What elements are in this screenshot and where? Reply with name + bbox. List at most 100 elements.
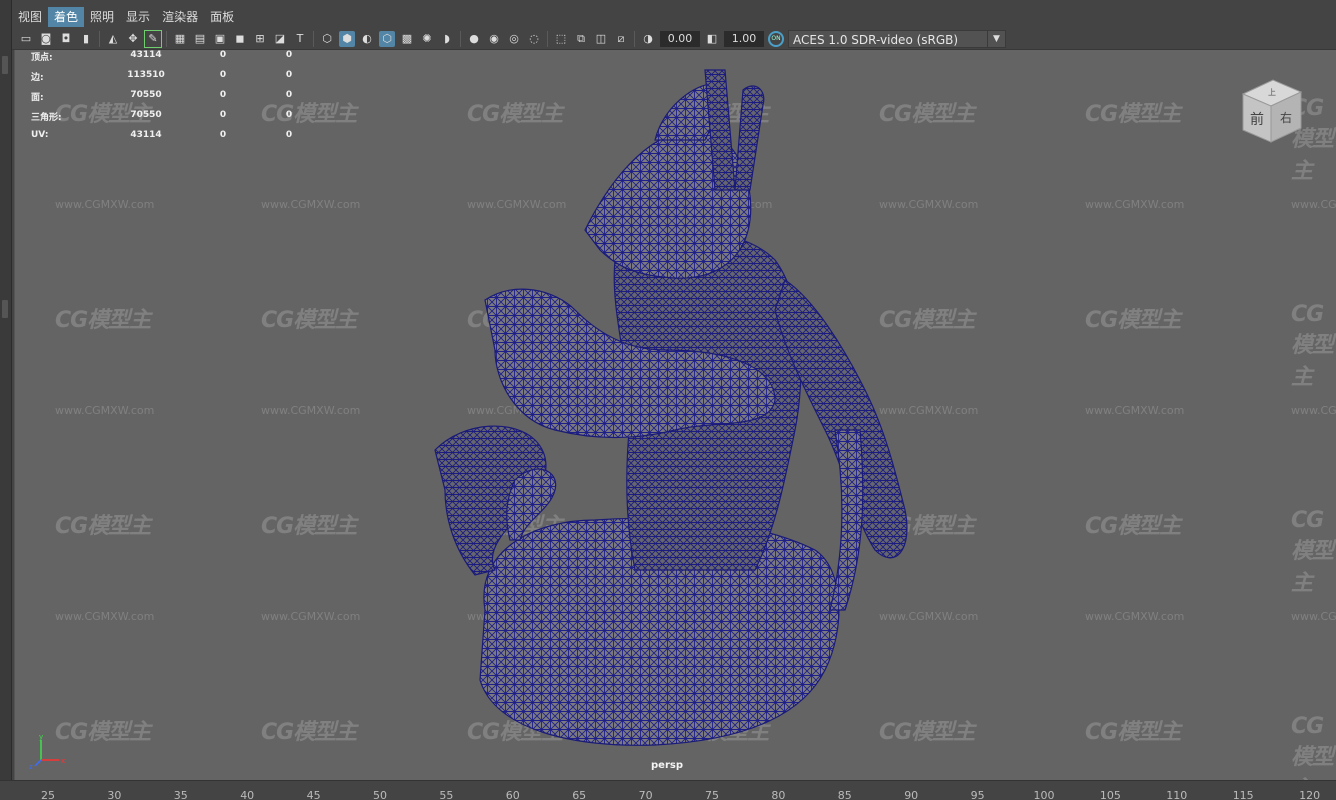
hud-label: 面: bbox=[31, 93, 44, 103]
camera-select-icon[interactable]: ▭ bbox=[18, 31, 34, 47]
panel-menu-bar: 视图 着色 照明 显示 渲染器 面板 bbox=[12, 6, 1336, 28]
hud-value: 43114 bbox=[130, 50, 162, 60]
xray-icon[interactable]: ▩ bbox=[399, 31, 415, 47]
timeline-tick-label: 60 bbox=[505, 789, 520, 800]
hud-row-faces: 面: 70550 0 0 bbox=[31, 90, 311, 110]
hud-value: 0 bbox=[219, 110, 227, 120]
film-gate-icon[interactable]: ▤ bbox=[192, 31, 208, 47]
hud-value: 0 bbox=[285, 130, 293, 140]
timeline-tick-label: 120 bbox=[1299, 789, 1321, 800]
time-slider[interactable]: 25 30 35 40 45 50 55 60 65 70 75 80 85 90 95 100 105 110 1… bbox=[0, 780, 1336, 800]
camera-lock-icon[interactable]: ◙ bbox=[38, 31, 54, 47]
wireframe-on-shaded-icon[interactable]: ⬡ bbox=[379, 30, 395, 47]
color-management-select[interactable]: ACES 1.0 SDR-video (sRGB) ▼ bbox=[788, 29, 1006, 48]
hud-value: 0 bbox=[219, 130, 227, 140]
view-cube-front[interactable]: 前 bbox=[1250, 111, 1264, 128]
hud-value: 113510 bbox=[127, 70, 165, 80]
bookmark-icon[interactable]: ▮ bbox=[78, 31, 94, 47]
timeline-tick-label: 35 bbox=[173, 789, 188, 800]
timeline-tick-label: 80 bbox=[771, 789, 786, 800]
view-cube[interactable]: 上 前 右 bbox=[1239, 74, 1303, 144]
hud-value: 0 bbox=[285, 110, 293, 120]
axis-gizmo: y x z bbox=[29, 734, 65, 770]
timeline-tick-label: 115 bbox=[1232, 789, 1254, 800]
timeline-tick-label: 70 bbox=[638, 789, 653, 800]
exposure-icon[interactable]: ◑ bbox=[640, 31, 656, 47]
hud-value: 70550 bbox=[130, 110, 162, 120]
hud-label: 边: bbox=[31, 73, 44, 83]
isolate-select-icon[interactable]: ⬚ bbox=[553, 31, 569, 47]
grid-icon[interactable]: ▦ bbox=[172, 31, 188, 47]
timeline-tick-label: 65 bbox=[572, 789, 587, 800]
toolbar-separator bbox=[634, 30, 635, 47]
gamma-field[interactable]: 1.00 bbox=[724, 30, 764, 47]
resolution-gate-icon[interactable]: ▣ bbox=[212, 31, 228, 47]
menu-view[interactable]: 视图 bbox=[12, 7, 48, 27]
timeline-tick-label: 55 bbox=[439, 789, 454, 800]
gate-mask-icon[interactable]: ◼ bbox=[232, 31, 248, 47]
timeline-tick-label: 45 bbox=[306, 789, 321, 800]
safe-title-icon[interactable]: T bbox=[292, 31, 308, 47]
hud-label: 顶点: bbox=[31, 53, 53, 63]
hud-value: 43114 bbox=[130, 130, 162, 140]
camera-name-label: persp bbox=[651, 760, 683, 771]
timeline-tick-label: 110 bbox=[1166, 789, 1188, 800]
toolbar-separator bbox=[460, 30, 461, 47]
hud-label: UV: bbox=[31, 130, 49, 140]
toolbar-separator bbox=[547, 30, 548, 47]
2d-pan-zoom-icon[interactable]: ✥ bbox=[125, 31, 141, 47]
timeline-tick-label: 90 bbox=[904, 789, 919, 800]
menu-panels[interactable]: 面板 bbox=[204, 7, 240, 27]
model-staff-2 bbox=[734, 85, 765, 191]
menu-show[interactable]: 显示 bbox=[120, 7, 156, 27]
view-cube-right[interactable]: 右 bbox=[1280, 110, 1292, 125]
menu-lighting[interactable]: 照明 bbox=[84, 7, 120, 27]
safe-action-icon[interactable]: ◪ bbox=[272, 31, 288, 47]
use-all-lights-icon[interactable]: ✺ bbox=[419, 31, 435, 47]
axis-x-label: x bbox=[61, 757, 65, 765]
view-cube-top[interactable]: 上 bbox=[1268, 88, 1276, 97]
field-chart-icon[interactable]: ⊞ bbox=[252, 31, 268, 47]
chevron-down-icon[interactable]: ▼ bbox=[987, 30, 1005, 47]
axis-z-label: z bbox=[29, 763, 33, 770]
timeline-tick-label: 50 bbox=[373, 789, 387, 800]
backface-culling-icon[interactable]: ⧄ bbox=[613, 31, 629, 47]
hud-label: 三角形: bbox=[31, 113, 62, 123]
hud-row-edges: 边: 113510 0 0 bbox=[31, 70, 311, 90]
exposure-field[interactable]: 0.00 bbox=[660, 30, 700, 47]
motion-blur-icon[interactable]: ◉ bbox=[486, 31, 502, 47]
wireframe-model[interactable] bbox=[15, 50, 1336, 780]
hud-row-triangles: 三角形: 70550 0 0 bbox=[31, 110, 311, 130]
grease-pencil-icon[interactable]: ✎ bbox=[144, 29, 162, 48]
depth-of-field-icon[interactable]: ◌ bbox=[526, 31, 542, 47]
3d-viewport[interactable]: CG模型主 CG模型主 CG模型主 CG模型主 CG模型主 CG模型主 CG模型主 CG模型主… bbox=[14, 50, 1336, 780]
toolbar-separator bbox=[166, 30, 167, 47]
xray-joints-icon[interactable]: ⧉ bbox=[573, 31, 589, 47]
image-plane-icon[interactable]: ◭ bbox=[105, 31, 121, 47]
hud-value: 0 bbox=[285, 70, 293, 80]
default-material-icon[interactable]: ◐ bbox=[359, 31, 375, 47]
camera-attributes-icon[interactable]: ◘ bbox=[58, 31, 74, 47]
toolbox-handle[interactable] bbox=[2, 300, 8, 318]
timeline-tick-label: 95 bbox=[970, 789, 985, 800]
timeline-tick-label: 105 bbox=[1099, 789, 1121, 800]
panel-toolbar: ▭ ◙ ◘ ▮ ◭ ✥ ✎ ▦ ▤ ▣ ◼ ⊞ ◪ T ⬡ ⬢ ◐ ⬡ ▩ ✺ … bbox=[12, 28, 1336, 50]
antialiasing-icon[interactable]: ◎ bbox=[506, 31, 522, 47]
color-management-icon[interactable]: ON bbox=[768, 30, 784, 47]
toolbox-handle[interactable] bbox=[2, 56, 8, 74]
poly-count-hud: 顶点: 43114 0 0 边: 113510 0 0 面: 70550 0 0… bbox=[31, 50, 311, 150]
smooth-shade-icon[interactable]: ⬢ bbox=[339, 30, 355, 47]
axis-y-label: y bbox=[39, 734, 43, 741]
menu-renderer[interactable]: 渲染器 bbox=[156, 7, 204, 27]
left-toolbox-strip bbox=[0, 0, 12, 800]
wireframe-icon[interactable]: ⬡ bbox=[319, 31, 335, 47]
xray-active-icon[interactable]: ◫ bbox=[593, 31, 609, 47]
timeline-tick-label: 40 bbox=[240, 789, 255, 800]
hud-row-vertices: 顶点: 43114 0 0 bbox=[31, 50, 311, 70]
shadows-icon[interactable]: ◗ bbox=[439, 31, 455, 47]
gamma-icon[interactable]: ◧ bbox=[704, 31, 720, 47]
timeline-tick-label: 25 bbox=[41, 789, 55, 800]
menu-shading[interactable]: 着色 bbox=[48, 7, 85, 27]
timeline-tick-label: 75 bbox=[705, 789, 719, 800]
ambient-occlusion-icon[interactable]: ● bbox=[466, 31, 482, 47]
